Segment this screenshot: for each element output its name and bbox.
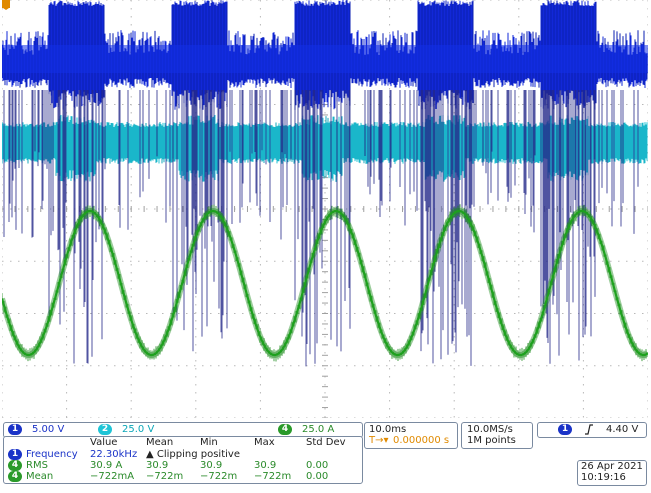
trigger-delay-icon: T→▾	[369, 435, 389, 446]
waveform-display	[2, 0, 648, 418]
ch4-scale[interactable]: 25.0 A	[302, 424, 334, 436]
measurements-panel: Value Mean Min Max Std Dev 1 Frequency 2…	[3, 436, 363, 484]
meas-row-3-value: −722mA	[90, 471, 135, 482]
ch2-badge[interactable]: 2	[98, 424, 112, 435]
meas-row-3-min: −722m	[200, 471, 238, 482]
meas-row-3-name[interactable]: Mean	[26, 471, 53, 483]
ch4-badge[interactable]: 4	[278, 424, 292, 435]
meas-row-2-badge: 4	[8, 460, 22, 471]
meas-row-3-mean: −722m	[146, 471, 184, 482]
ch1-waveform	[2, 0, 648, 367]
acquisition-panel[interactable]: 10.0MS/s 1M points	[461, 422, 533, 449]
meas-header-max: Max	[254, 437, 275, 448]
datetime-panel: 26 Apr 2021 10:19:16	[577, 460, 647, 486]
trigger-position-marker[interactable]	[2, 0, 10, 10]
oscilloscope-window: { "channels": { "ch1": {"num": "1", "sca…	[0, 0, 651, 493]
meas-header-stddev: Std Dev	[306, 437, 346, 448]
meas-row-3-badge: 4	[8, 471, 22, 482]
ch1-badge[interactable]: 1	[8, 424, 22, 435]
trigger-level: 4.40 V	[606, 424, 639, 435]
rising-edge-icon	[585, 424, 593, 435]
timebase-panel[interactable]: 10.0ms T→▾ 0.000000 s	[364, 422, 458, 449]
meas-header-value: Value	[90, 437, 118, 448]
meas-row-1-badge: 1	[8, 449, 22, 460]
record-length: 1M points	[467, 435, 516, 446]
ch2-scale[interactable]: 25.0 V	[122, 424, 154, 436]
time-label: 10:19:16	[581, 472, 626, 483]
trigger-source-badge: 1	[558, 424, 572, 435]
ch1-scale[interactable]: 5.00 V	[32, 424, 64, 436]
meas-header-min: Min	[200, 437, 218, 448]
meas-row-3-stddev: 0.00	[306, 471, 329, 482]
trigger-panel[interactable]: 1 4.40 V	[537, 422, 647, 438]
waveform-plot	[2, 0, 648, 418]
meas-row-3-max: −722m	[254, 471, 292, 482]
timebase-delay: 0.000000 s	[393, 435, 450, 446]
meas-header-mean: Mean	[146, 437, 174, 448]
